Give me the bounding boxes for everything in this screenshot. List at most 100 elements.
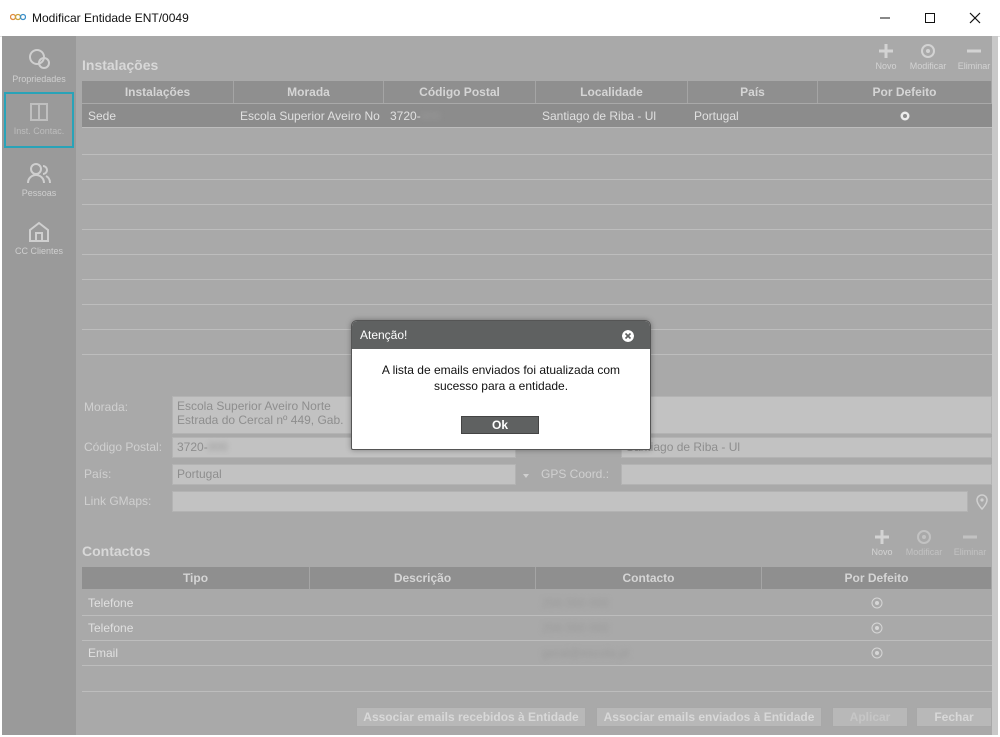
sidebar-item-label: CC Clientes — [14, 246, 63, 256]
delete-contact-button[interactable]: Eliminar — [950, 528, 990, 557]
app-logo-icon — [10, 13, 26, 21]
section-title-instalacoes: Instalações — [82, 57, 159, 73]
default-radio-icon — [900, 111, 910, 120]
gear-icon — [917, 530, 931, 544]
edit-installation-button[interactable]: Modificar — [908, 42, 948, 71]
cell-localidade: Santiago de Riba - Ul — [542, 108, 657, 123]
pais-label: País: — [84, 467, 112, 481]
pais-select[interactable]: Portugal — [172, 464, 516, 485]
scrollbar[interactable] — [992, 36, 998, 735]
table-row[interactable]: Sede Escola Superior Aveiro No 3720- 000 … — [82, 104, 992, 128]
cell-contacto: geral@escola.pt — [542, 646, 629, 660]
plus-icon — [879, 44, 893, 58]
settings-icon — [29, 49, 50, 69]
installations-table-header: Instalações Morada Código Postal Localid… — [82, 81, 992, 103]
table-row[interactable]: Telefone 256 000 000 — [82, 591, 992, 616]
sidebar-item-label: Inst. Contac. — [13, 126, 65, 136]
row-divider — [82, 691, 992, 692]
minimize-button[interactable] — [862, 0, 908, 36]
table-row[interactable]: Telefone 256 000 000 — [82, 616, 992, 641]
column-header[interactable]: Localidade — [536, 81, 688, 103]
close-icon — [969, 12, 981, 24]
dialog-header: Atenção! — [352, 321, 650, 349]
gmaps-field[interactable] — [172, 491, 968, 512]
localidade-field[interactable]: Santiago de Riba - Ul — [621, 437, 992, 458]
column-header[interactable]: Código Postal — [384, 81, 536, 103]
section-title-contactos: Contactos — [82, 543, 151, 559]
alert-dialog: Atenção! A lista de emails enviados foi … — [351, 320, 651, 450]
minus-icon — [967, 49, 981, 53]
cell-default[interactable] — [762, 616, 992, 640]
default-radio-icon — [871, 597, 883, 609]
delete-installation-button[interactable]: Eliminar — [954, 42, 994, 71]
sidebar-item-inst-contac[interactable]: Inst. Contac. — [4, 92, 74, 148]
new-contact-button[interactable]: Novo — [862, 528, 902, 557]
column-header[interactable]: Contacto — [536, 567, 762, 589]
window-title: Modificar Entidade ENT/0049 — [32, 11, 189, 25]
default-radio-icon — [871, 622, 883, 634]
cell-tipo: Email — [88, 646, 119, 660]
close-window-button[interactable] — [952, 0, 998, 36]
maximize-icon — [925, 13, 935, 23]
ok-button[interactable]: Ok — [461, 416, 539, 434]
delete-label: Eliminar — [953, 547, 987, 557]
title-bar: Modificar Entidade ENT/0049 — [0, 0, 1000, 37]
cell-contacto: 256 000 000 — [542, 596, 609, 610]
people-icon — [27, 163, 51, 184]
column-header[interactable]: País — [688, 81, 818, 103]
contacts-table-header: Tipo Descrição Contacto Por Defeito — [82, 567, 992, 589]
accounts-icon — [29, 221, 49, 242]
close-button[interactable]: Fechar — [916, 707, 992, 727]
new-label: Novo — [875, 61, 897, 71]
column-header[interactable]: Descrição — [310, 567, 536, 589]
cell-pais: Portugal — [694, 108, 739, 123]
codigo-postal-label: Código Postal: — [84, 440, 163, 454]
associate-received-emails-button[interactable]: Associar emails recebidos à Entidade — [356, 707, 586, 727]
postal-suffix: 000 — [420, 108, 441, 123]
sidebar-item-propriedades[interactable]: Propriedades — [2, 40, 76, 96]
table-row[interactable]: Email geral@escola.pt — [82, 641, 992, 666]
cell-morada: Escola Superior Aveiro No — [240, 108, 380, 123]
morada-label: Morada: — [84, 400, 129, 414]
column-header[interactable]: Tipo — [82, 567, 310, 589]
edit-contact-button[interactable]: Modificar — [904, 528, 944, 557]
column-header[interactable]: Instalações — [82, 81, 234, 103]
dialog-title: Atenção! — [360, 328, 408, 342]
cell-default[interactable] — [818, 104, 992, 127]
sidebar-item-pessoas[interactable]: Pessoas — [2, 154, 76, 210]
postal-prefix: 3720- — [390, 108, 421, 123]
sidebar-item-cc-clientes[interactable]: CC Clientes — [2, 212, 76, 268]
cell-contacto: 256 000 000 — [542, 621, 609, 635]
apply-button[interactable]: Aplicar — [832, 707, 908, 727]
sidebar: Propriedades Inst. Contac. Pessoas CC Cl… — [2, 36, 76, 735]
sidebar-item-label: Propriedades — [12, 74, 66, 84]
postal-suffix: 000 — [207, 440, 228, 454]
close-dialog-icon[interactable] — [622, 330, 634, 342]
cell-codigo-postal: 3720- 000 — [384, 104, 536, 127]
column-header[interactable]: Por Defeito — [818, 81, 992, 103]
sidebar-item-label: Pessoas — [21, 188, 57, 198]
minimize-icon — [880, 17, 890, 19]
cell-tipo: Telefone — [88, 621, 134, 635]
cell-default[interactable] — [762, 591, 992, 615]
new-installation-button[interactable]: Novo — [866, 42, 906, 71]
gps-field[interactable] — [621, 464, 992, 485]
chevron-down-icon[interactable] — [521, 471, 531, 481]
edit-label: Modificar — [905, 547, 943, 557]
plus-icon — [875, 530, 889, 544]
column-header[interactable]: Morada — [234, 81, 384, 103]
gmaps-label: Link GMaps: — [84, 494, 152, 508]
map-pin-icon[interactable] — [976, 494, 988, 510]
minus-icon — [963, 535, 977, 539]
dialog-message: A lista de emails enviados foi atualizad… — [381, 363, 621, 393]
default-radio-icon — [871, 647, 883, 659]
cell-default[interactable] — [762, 641, 992, 665]
column-header[interactable]: Por Defeito — [762, 567, 992, 589]
cell-tipo: Telefone — [88, 596, 134, 610]
associate-sent-emails-button[interactable]: Associar emails enviados à Entidade — [596, 707, 822, 727]
gear-icon — [921, 44, 935, 58]
maximize-button[interactable] — [907, 0, 953, 36]
new-label: Novo — [871, 547, 893, 557]
building-icon — [30, 103, 48, 121]
delete-label: Eliminar — [957, 61, 991, 71]
